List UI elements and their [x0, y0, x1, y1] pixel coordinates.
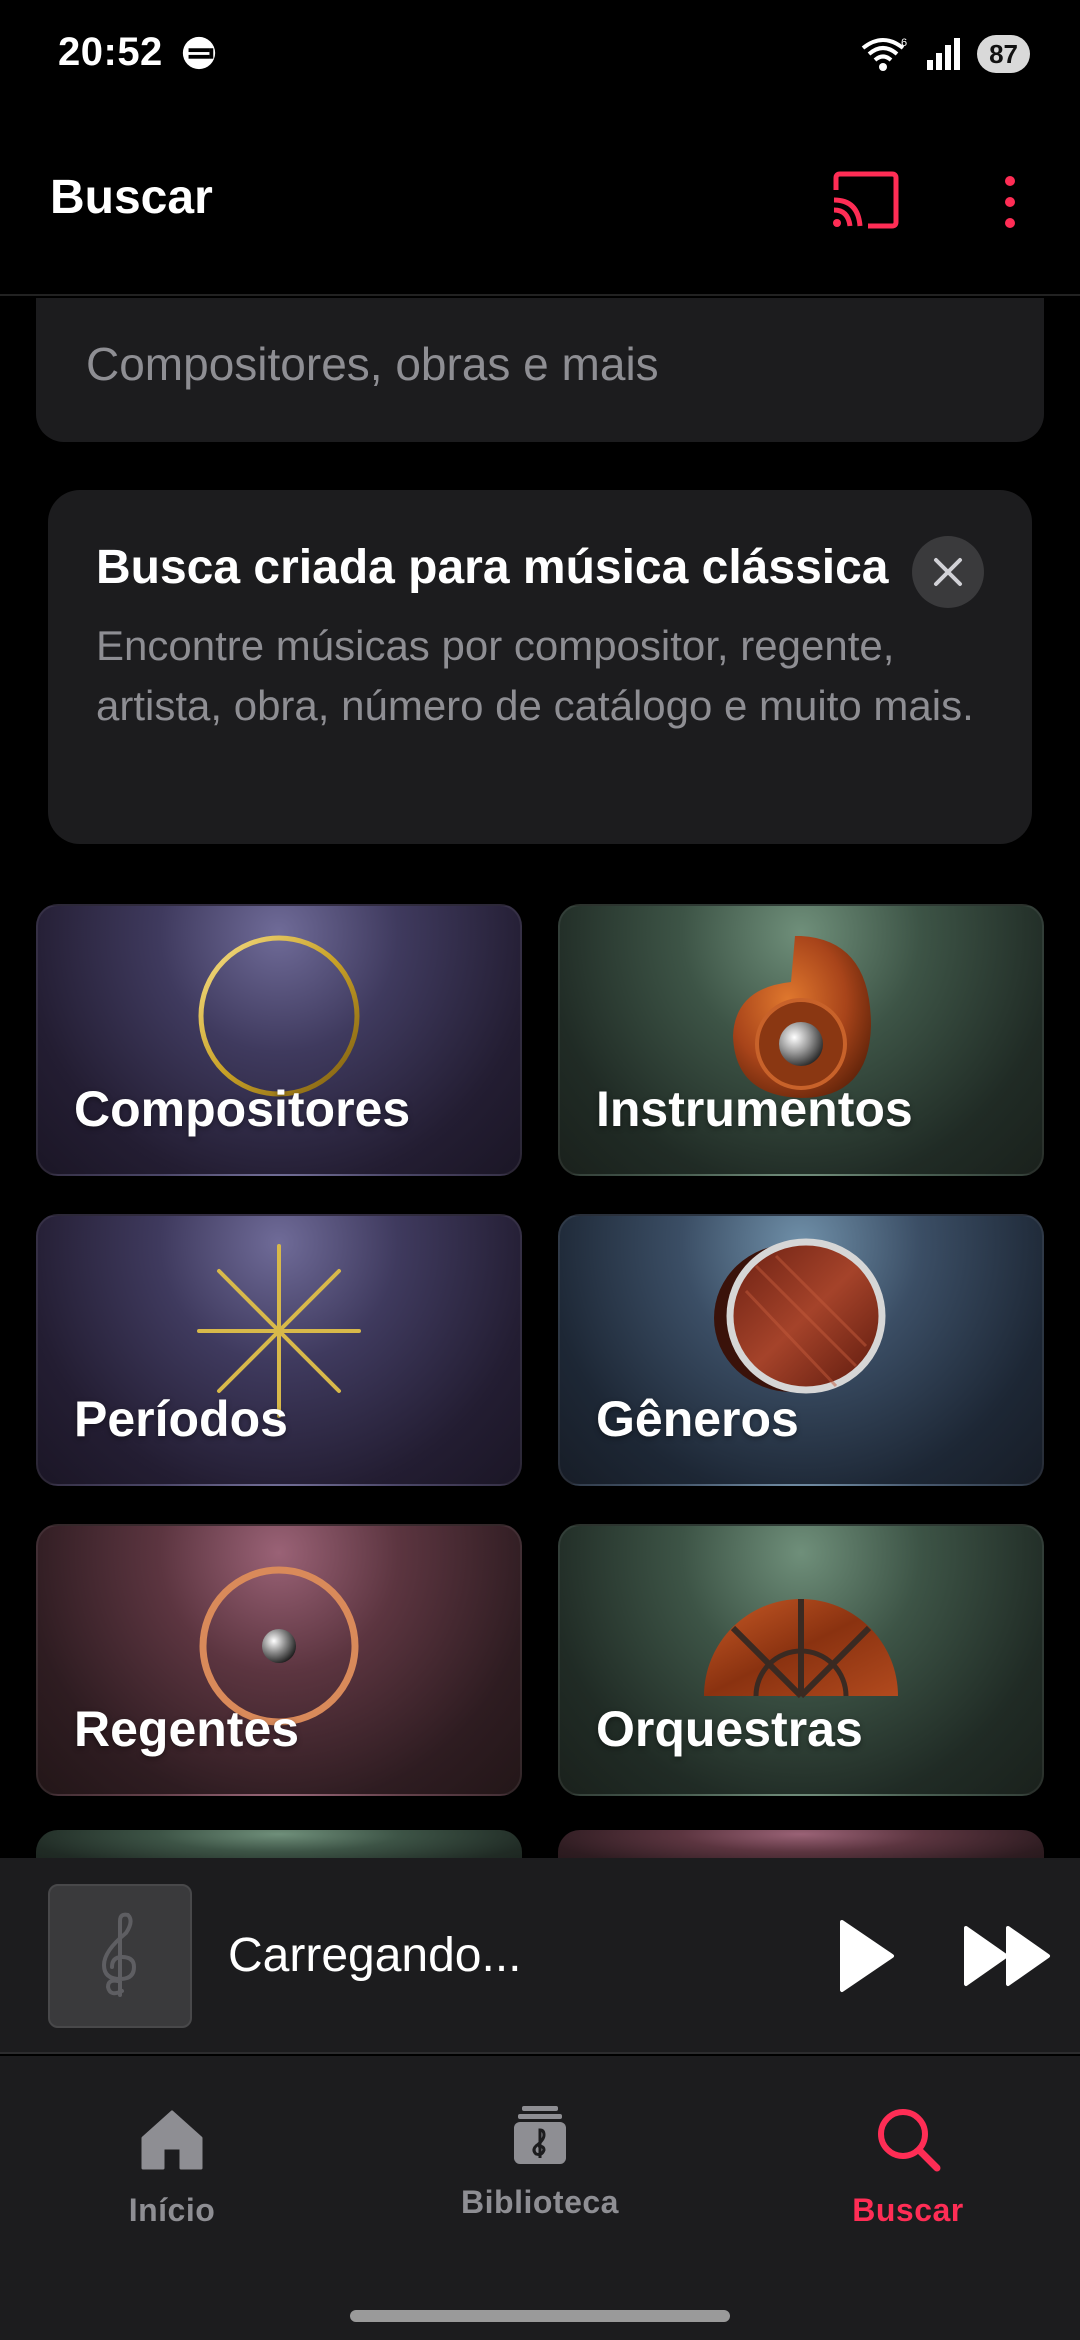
tab-buscar[interactable]: Buscar [758, 2104, 1058, 2229]
category-tile-orquestras[interactable]: Orquestras [558, 1524, 1044, 1796]
wood-disc-icon [714, 1238, 886, 1394]
close-button[interactable] [912, 536, 984, 608]
now-playing-title: Carregando... [228, 1929, 522, 1982]
dot [1005, 197, 1015, 207]
status-time: 20:52 [58, 30, 163, 74]
info-card-body: Encontre músicas por compositor, regente… [96, 622, 974, 729]
library-icon [514, 2106, 566, 2164]
home-icon [141, 2110, 203, 2170]
signal-icon [927, 38, 961, 70]
home-indicator[interactable] [350, 2310, 730, 2322]
fast-forward-icon[interactable] [962, 1922, 1054, 1990]
category-label: Orquestras [596, 1701, 863, 1757]
battery-indicator: 87 [977, 35, 1030, 73]
svg-text:6: 6 [901, 37, 907, 49]
tab-inicio[interactable]: Início [22, 2104, 322, 2229]
info-card: Busca criada para música clássica Encont… [48, 490, 1032, 844]
more-options-button[interactable] [990, 170, 1030, 234]
close-icon [934, 558, 962, 586]
category-label: Instrumentos [596, 1081, 913, 1137]
search-box [36, 298, 1044, 442]
category-tile-periodos[interactable]: Períodos [36, 1214, 522, 1486]
fan-window-icon [704, 1599, 898, 1699]
tab-label: Início [128, 2192, 216, 2228]
app-header: Buscar [0, 110, 1080, 296]
mini-player[interactable]: Carregando... [0, 1858, 1080, 2054]
category-label: Compositores [74, 1081, 411, 1137]
category-tile-generos[interactable]: Gêneros [558, 1214, 1044, 1486]
category-tile-instrumentos[interactable]: Instrumentos [558, 904, 1044, 1176]
category-tile-compositores[interactable]: Compositores [36, 904, 522, 1176]
gold-ring-icon [198, 935, 360, 1097]
page-title: Buscar [50, 171, 213, 224]
tab-label: Buscar [852, 2192, 964, 2228]
category-label: Regentes [74, 1701, 300, 1757]
tab-biblioteca[interactable]: Biblioteca [390, 2104, 690, 2221]
album-art [48, 1884, 192, 2028]
dot [1005, 176, 1015, 186]
play-icon[interactable] [834, 1918, 898, 1994]
status-bar: 20:52 6 87 [0, 0, 1080, 110]
category-tile-regentes[interactable]: Regentes [36, 1524, 522, 1796]
wifi-icon: 6 [861, 37, 907, 71]
category-label: Gêneros [596, 1391, 799, 1447]
status-icons: 6 87 [859, 34, 1030, 74]
info-card-title: Busca criada para música clássica [96, 541, 889, 594]
search-input[interactable] [86, 334, 986, 394]
app-logo-icon [182, 36, 216, 70]
treble-clef-icon [101, 1912, 137, 1997]
search-icon [878, 2109, 941, 2172]
category-label: Períodos [74, 1391, 288, 1447]
bottom-nav: Início Biblioteca Buscar [0, 2056, 1080, 2340]
dot [1005, 218, 1015, 228]
cast-icon[interactable] [828, 170, 900, 230]
tab-label: Biblioteca [461, 2184, 619, 2220]
